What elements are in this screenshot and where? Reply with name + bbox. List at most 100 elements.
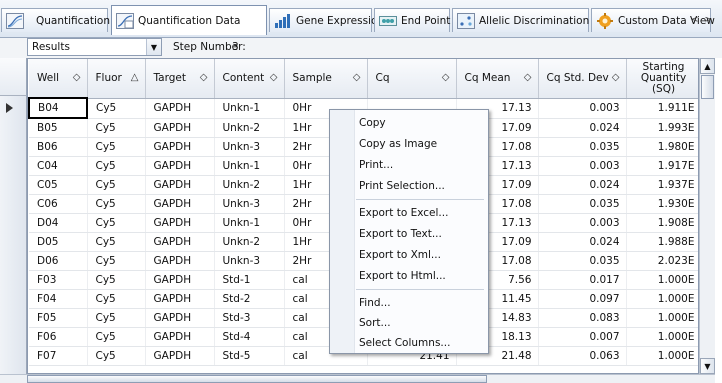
cell-cq-std-dev[interactable]: 0.017 — [538, 270, 627, 290]
cell-well[interactable]: F05 — [29, 308, 88, 328]
cell-target[interactable]: GAPDH — [145, 213, 215, 233]
menu-item-export-excel[interactable]: Export to Excel... — [332, 203, 486, 222]
column-header-well[interactable]: Well ◇ — [29, 59, 88, 99]
cell-content[interactable]: Std-3 — [214, 308, 285, 328]
cell-content[interactable]: Unkn-2 — [214, 175, 285, 195]
cell-cq-std-dev[interactable]: 0.003 — [538, 213, 627, 233]
cell-content[interactable]: Unkn-3 — [214, 194, 285, 214]
cell-cq-std-dev[interactable]: 0.024 — [538, 118, 627, 138]
sort-icon[interactable]: ◇ — [442, 72, 450, 83]
cell-starting-quantity[interactable]: 1.000E — [626, 346, 698, 366]
cell-fluor[interactable]: Cy5 — [87, 270, 146, 290]
sort-icon[interactable]: ◇ — [612, 72, 620, 83]
cell-cq-std-dev[interactable]: 0.003 — [538, 156, 627, 176]
cell-cq-std-dev[interactable]: 0.024 — [538, 175, 627, 195]
cell-well[interactable]: F07 — [29, 346, 88, 366]
tab-quantification-data[interactable]: Quantification Data — [111, 5, 267, 35]
cell-target[interactable]: GAPDH — [145, 137, 215, 157]
menu-item-copy[interactable]: Copy — [332, 113, 486, 132]
cell-starting-quantity[interactable]: 1.993E — [626, 118, 698, 138]
tab-scroll-right-icon[interactable]: > — [704, 15, 718, 25]
cell-starting-quantity[interactable]: 1.937E — [626, 175, 698, 195]
cell-well[interactable]: D05 — [29, 232, 88, 252]
horizontal-scrollbar[interactable] — [0, 374, 715, 383]
cell-target[interactable]: GAPDH — [145, 308, 215, 328]
cell-content[interactable]: Unkn-3 — [214, 251, 285, 271]
cell-starting-quantity[interactable]: 1.930E — [626, 194, 698, 214]
menu-item-find[interactable]: Find... — [332, 293, 486, 312]
sort-icon[interactable]: ◇ — [270, 72, 278, 83]
cell-fluor[interactable]: Cy5 — [87, 156, 146, 176]
cell-content[interactable]: Std-1 — [214, 270, 285, 290]
cell-well[interactable]: C06 — [29, 194, 88, 214]
sort-icon[interactable]: ◇ — [73, 72, 81, 83]
cell-starting-quantity[interactable]: 1.917E — [626, 156, 698, 176]
horizontal-scroll-thumb[interactable] — [27, 375, 487, 383]
scroll-up-icon[interactable]: ▲ — [700, 58, 715, 74]
cell-well[interactable]: C04 — [29, 156, 88, 176]
cell-well[interactable]: D06 — [29, 251, 88, 271]
tab-allelic-discrimination[interactable]: Allelic Discrimination — [452, 8, 589, 32]
cell-fluor[interactable]: Cy5 — [87, 232, 146, 252]
cell-starting-quantity[interactable]: 1.911E — [626, 98, 698, 119]
cell-fluor[interactable]: Cy5 — [87, 346, 146, 366]
column-header-content[interactable]: Content ◇ — [214, 59, 285, 99]
cell-starting-quantity[interactable]: 1.988E — [626, 232, 698, 252]
sort-icon[interactable]: △ — [131, 72, 139, 83]
cell-well[interactable]: B04 — [28, 97, 88, 119]
cell-cq-std-dev[interactable]: 0.024 — [538, 232, 627, 252]
cell-cq-std-dev[interactable]: 0.035 — [538, 137, 627, 157]
cell-well[interactable]: F04 — [29, 289, 88, 309]
cell-cq-std-dev[interactable]: 0.035 — [538, 194, 627, 214]
column-header-cq-mean[interactable]: Cq Mean ◇ — [456, 59, 539, 99]
cell-fluor[interactable]: Cy5 — [87, 137, 146, 157]
cell-starting-quantity[interactable]: 1.908E — [626, 213, 698, 233]
column-header-fluor[interactable]: Fluor △ — [87, 59, 146, 99]
cell-fluor[interactable]: Cy5 — [87, 98, 146, 119]
chevron-down-icon[interactable]: ▼ — [146, 39, 161, 55]
cell-fluor[interactable]: Cy5 — [87, 251, 146, 271]
cell-target[interactable]: GAPDH — [145, 98, 215, 119]
cell-target[interactable]: GAPDH — [145, 346, 215, 366]
cell-starting-quantity[interactable]: 1.000E — [626, 327, 698, 347]
cell-fluor[interactable]: Cy5 — [87, 213, 146, 233]
cell-well[interactable]: F06 — [29, 327, 88, 347]
tab-quantification[interactable]: Quantification — [1, 8, 110, 32]
cell-content[interactable]: Std-4 — [214, 327, 285, 347]
cell-well[interactable]: F03 — [29, 270, 88, 290]
menu-item-sort[interactable]: Sort... — [332, 313, 486, 332]
cell-target[interactable]: GAPDH — [145, 194, 215, 214]
cell-target[interactable]: GAPDH — [145, 156, 215, 176]
cell-well[interactable]: D04 — [29, 213, 88, 233]
tab-scroll-left-icon[interactable]: < — [691, 15, 705, 25]
cell-target[interactable]: GAPDH — [145, 175, 215, 195]
cell-cq-std-dev[interactable]: 0.003 — [538, 98, 627, 119]
menu-item-select-columns[interactable]: Select Columns... — [332, 333, 486, 352]
cell-fluor[interactable]: Cy5 — [87, 194, 146, 214]
cell-fluor[interactable]: Cy5 — [87, 175, 146, 195]
scroll-down-icon[interactable]: ▼ — [700, 358, 715, 374]
cell-content[interactable]: Unkn-1 — [214, 98, 285, 119]
cell-well[interactable]: B06 — [29, 137, 88, 157]
cell-starting-quantity[interactable]: 2.023E — [626, 251, 698, 271]
cell-content[interactable]: Std-2 — [214, 289, 285, 309]
cell-target[interactable]: GAPDH — [145, 270, 215, 290]
cell-well[interactable]: C05 — [29, 175, 88, 195]
column-header-cq-std-dev[interactable]: Cq Std. Dev ◇ — [538, 59, 627, 99]
cell-cq-std-dev[interactable]: 0.035 — [538, 251, 627, 271]
cell-target[interactable]: GAPDH — [145, 232, 215, 252]
cell-target[interactable]: GAPDH — [145, 327, 215, 347]
cell-fluor[interactable]: Cy5 — [87, 308, 146, 328]
cell-cq-std-dev[interactable]: 0.083 — [538, 308, 627, 328]
cell-target[interactable]: GAPDH — [145, 289, 215, 309]
cell-starting-quantity[interactable]: 1.000E — [626, 289, 698, 309]
cell-fluor[interactable]: Cy5 — [87, 327, 146, 347]
row-header-column[interactable] — [0, 58, 27, 374]
tab-scroll-arrows[interactable]: <> — [691, 15, 718, 25]
cell-starting-quantity[interactable]: 1.000E — [626, 270, 698, 290]
menu-item-print[interactable]: Print... — [332, 155, 486, 174]
select-all-corner[interactable] — [0, 58, 27, 96]
cell-content[interactable]: Std-5 — [214, 346, 285, 366]
cell-content[interactable]: Unkn-1 — [214, 156, 285, 176]
cell-well[interactable]: B05 — [29, 118, 88, 138]
